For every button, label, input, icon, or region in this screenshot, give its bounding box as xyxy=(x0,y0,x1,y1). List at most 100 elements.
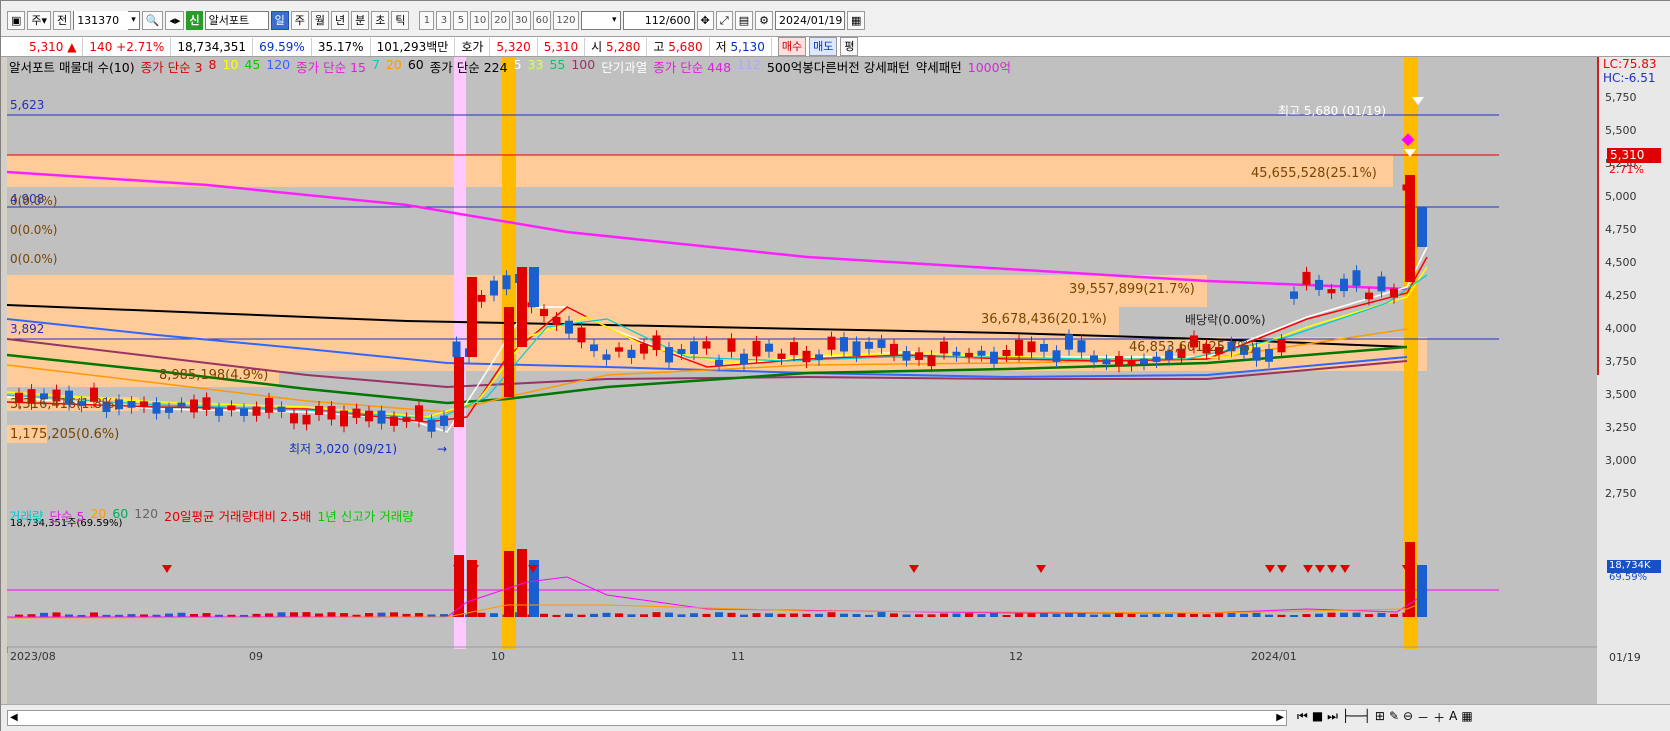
minute-10[interactable]: 10 xyxy=(470,10,490,30)
scroll-left-icon[interactable]: ◀ xyxy=(10,711,18,725)
chart-canvas[interactable]: 5,623 4,908 3,892 0(0.0%) 0(0.0%) 0(0.0%… xyxy=(6,57,1597,704)
volume-legend-item[interactable]: 60 xyxy=(112,506,128,522)
period-select[interactable]: 주 ▾ xyxy=(27,10,52,30)
calendar-icon[interactable]: ▦ xyxy=(847,10,866,30)
candle-body xyxy=(1417,207,1427,247)
legend-item[interactable]: 종가 단순 15 xyxy=(296,57,366,75)
legend-item[interactable]: 종가 단순 224 xyxy=(430,57,508,75)
minute-20[interactable]: 20 xyxy=(491,10,510,30)
dropdown-icon[interactable]: ▾ xyxy=(609,15,620,25)
volume-bar xyxy=(1190,613,1198,617)
plus-icon[interactable]: ＋ xyxy=(1433,709,1445,726)
range-slider[interactable]: ├──┤ xyxy=(1342,709,1371,726)
legend-item[interactable]: 알서포트 매물대 수(10) xyxy=(9,57,135,75)
minute-120[interactable]: 120 xyxy=(553,10,579,30)
period-tick[interactable]: 틱 xyxy=(391,10,410,30)
draw-icon[interactable]: ✎ xyxy=(1389,709,1399,726)
legend-item[interactable]: 5 xyxy=(514,57,522,73)
legend-item[interactable]: 112 xyxy=(737,57,761,73)
volume-bar xyxy=(577,614,586,617)
stock-name-field[interactable]: 알서포트 xyxy=(204,10,269,30)
axis-range-bar xyxy=(1597,57,1599,375)
volume-bar xyxy=(365,613,373,617)
last-icon[interactable]: ⏭ xyxy=(1327,709,1338,726)
current-price: 5,310 ▲ xyxy=(1,37,84,56)
volume-legend-item[interactable]: 거래량 xyxy=(9,506,44,524)
legend-item[interactable]: 45 xyxy=(244,57,260,73)
font-icon[interactable]: A xyxy=(1449,709,1457,726)
more-icon[interactable]: ▦ xyxy=(1461,709,1472,726)
legend-item[interactable]: 60 xyxy=(408,57,424,73)
settings-icon[interactable]: ⚙ xyxy=(755,10,773,30)
legend-item[interactable]: 33 xyxy=(528,57,544,73)
sell-button[interactable]: 매도 xyxy=(809,37,838,56)
candle-body xyxy=(765,343,773,352)
legend-item[interactable]: 10 xyxy=(222,57,238,73)
buy-button[interactable]: 매수 xyxy=(777,37,807,56)
stop-icon[interactable]: ■ xyxy=(1312,709,1323,726)
legend-item[interactable]: 1000억 xyxy=(968,57,1011,75)
crosshair-icon[interactable]: ✥ xyxy=(696,10,714,30)
period-day[interactable]: 일 xyxy=(270,10,289,30)
legend-item[interactable]: 120 xyxy=(266,57,290,73)
legend-item[interactable]: 100 xyxy=(571,57,595,73)
period-second[interactable]: 초 xyxy=(371,10,390,30)
volume-bar xyxy=(40,612,48,617)
legend-item[interactable]: 7 xyxy=(372,57,380,73)
legend-item[interactable]: 단기과열 xyxy=(601,57,647,75)
period-month[interactable]: 월 xyxy=(310,10,329,30)
scroll-right-icon[interactable]: ▶ xyxy=(1276,711,1284,725)
candle-body xyxy=(415,405,423,422)
price-chart[interactable]: 5,623 4,908 3,892 0(0.0%) 0(0.0%) 0(0.0%… xyxy=(6,57,1597,704)
scroll-toolbar: ◀ ▶ ⏮ ■ ⏭ ├──┤ ⊞ ✎ ⊖ － ＋ A ▦ xyxy=(1,704,1670,731)
volume-legend-item[interactable]: 단순 5 xyxy=(50,506,85,524)
quote-bar: 5,310 ▲ 140 +2.71% 18,734,351 69.59% 35.… xyxy=(1,37,1670,57)
tool-icon[interactable]: ⤢ xyxy=(715,10,733,30)
volume-legend-item[interactable]: 1년 신고가 거래량 xyxy=(317,506,413,524)
legend-item[interactable]: 종가 단순 3 xyxy=(141,57,203,75)
signal-arrow-icon xyxy=(1340,565,1350,573)
minute-30[interactable]: 30 xyxy=(511,10,531,30)
price-axis[interactable]: LC:75.83 HC:-6.51 5,750 5,500 5,250 5,000 4,… xyxy=(1597,57,1670,704)
first-icon[interactable]: ⏮ xyxy=(1297,709,1308,726)
legend-item[interactable]: 20 xyxy=(386,57,402,73)
candle-body xyxy=(377,410,386,424)
minute-3[interactable]: 3 xyxy=(436,10,452,30)
candle-body xyxy=(327,406,336,420)
layout-icon[interactable]: ⊞ xyxy=(1375,709,1385,726)
legend-item[interactable]: 약세패턴 xyxy=(916,57,962,75)
code-input[interactable]: 131370 ▾ xyxy=(73,10,140,30)
minus-icon[interactable]: － xyxy=(1417,709,1429,726)
flat-button[interactable]: 평 xyxy=(840,37,859,56)
signal-arrows xyxy=(162,565,1412,573)
volume-legend-item[interactable]: 120 xyxy=(134,506,158,522)
custom-period-select[interactable]: ▾ xyxy=(580,10,621,30)
search-icon[interactable]: 🔍 xyxy=(141,10,164,30)
legend-item[interactable]: 500억봉다른버전 강세패턴 xyxy=(767,57,910,75)
legend-item[interactable]: 8 xyxy=(209,57,217,73)
volume-ratio: 69.59% xyxy=(253,37,312,56)
candle-body xyxy=(740,353,748,365)
volume-bar xyxy=(1040,613,1048,617)
period-minute[interactable]: 분 xyxy=(351,10,370,30)
minute-5[interactable]: 5 xyxy=(453,10,469,30)
volume-legend-item[interactable]: 20 xyxy=(90,506,106,522)
date-field[interactable]: 2024/01/19 xyxy=(775,10,845,30)
minute-60[interactable]: 60 xyxy=(532,10,552,30)
prev-button[interactable]: 전 xyxy=(53,10,72,30)
period-week[interactable]: 주 xyxy=(290,10,309,30)
period-year[interactable]: 년 xyxy=(330,10,350,30)
count-field[interactable]: 112/600 xyxy=(622,10,695,30)
minute-1[interactable]: 1 xyxy=(419,10,435,30)
sound-icon[interactable]: ◂▸ xyxy=(165,10,185,30)
save-icon[interactable]: ▤ xyxy=(734,10,754,30)
volume-bar xyxy=(927,614,936,617)
legend-item[interactable]: 종가 단순 448 xyxy=(653,57,731,75)
horizontal-scrollbar[interactable]: ◀ ▶ xyxy=(7,710,1287,726)
chart-menu-icon[interactable]: ▣ xyxy=(7,10,26,30)
zoom-out-icon[interactable]: ⊖ xyxy=(1403,709,1413,726)
volume-bar xyxy=(327,612,336,617)
volume-legend-item[interactable]: 20일평균 거래량대비 2.5배 xyxy=(164,506,311,524)
dropdown-icon[interactable]: ▾ xyxy=(128,15,139,25)
legend-item[interactable]: 55 xyxy=(549,57,565,73)
